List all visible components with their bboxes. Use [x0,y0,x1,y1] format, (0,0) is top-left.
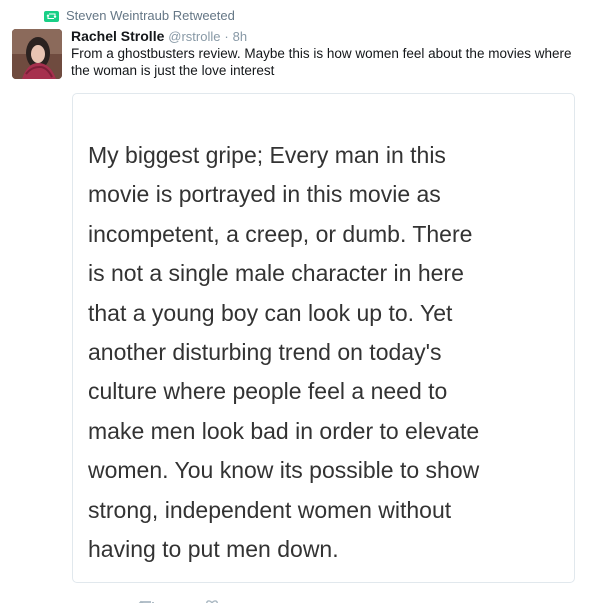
quoted-image-card[interactable]: My biggest gripe; Every man in this movi… [72,93,575,583]
retweet-action-icon[interactable] [138,597,156,603]
retweet-icon [44,10,59,22]
like-icon[interactable] [203,597,221,603]
reply-icon[interactable] [73,597,91,603]
author-username[interactable]: @rstrolle [168,29,220,44]
tweet-header: Rachel Strolle @rstrolle · 8h [71,27,247,46]
time-separator: · [224,29,229,44]
tweet-actions [73,595,221,603]
avatar[interactable] [12,29,62,79]
retweet-context: Steven Weintraub Retweeted [44,5,235,25]
author-name[interactable]: Rachel Strolle [71,28,164,44]
retweeted-by-label[interactable]: Steven Weintraub Retweeted [66,8,235,23]
tweet-text: From a ghostbusters review. Maybe this i… [71,46,572,78]
quoted-review-text: My biggest gripe; Every man in this movi… [88,142,480,563]
tweet-timestamp[interactable]: 8h [233,29,247,44]
tweet-page: Steven Weintraub Retweeted Rachel Stroll… [0,0,591,603]
